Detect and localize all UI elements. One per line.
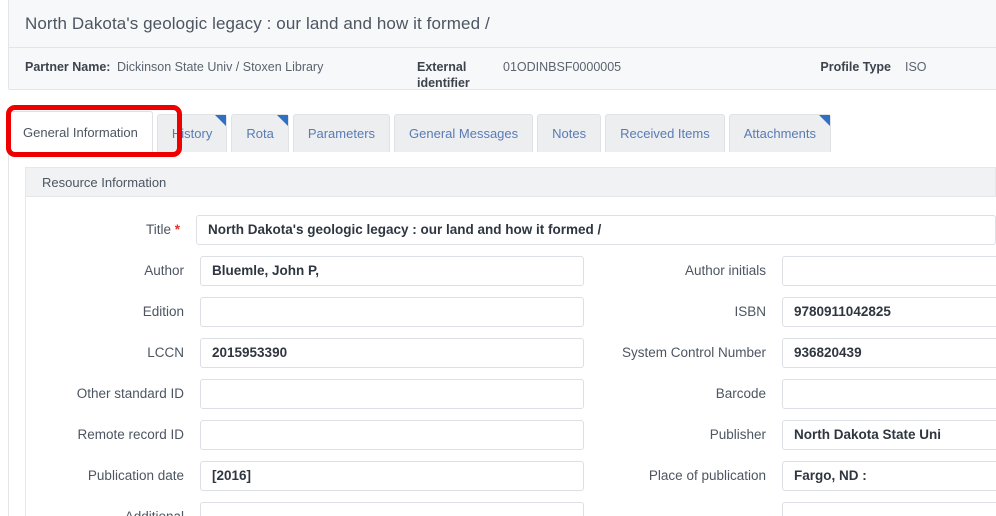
tab-received-items[interactable]: Received Items bbox=[605, 114, 725, 152]
external-identifier-value: 01ODINBSF0000005 bbox=[503, 60, 622, 74]
required-asterisk: * bbox=[174, 222, 181, 237]
tab-label: Received Items bbox=[620, 126, 710, 141]
field-label-other-standard-id: Other standard ID bbox=[76, 386, 184, 401]
field-row: Publication date [2016] bbox=[26, 455, 584, 496]
field-row: System Control Number 936820439 bbox=[584, 332, 996, 373]
field-row: Additional bbox=[26, 496, 584, 516]
field-label-place-of-publication: Place of publication bbox=[648, 468, 766, 483]
tab-label: General Messages bbox=[409, 126, 519, 141]
field-row-title: Title * North Dakota's geologic legacy :… bbox=[26, 209, 996, 250]
partner-name-value: Dickinson State Univ / Stoxen Library bbox=[117, 60, 324, 74]
ill-request-record-page: North Dakota's geologic legacy : our lan… bbox=[0, 0, 996, 516]
meta-profile-type: Profile Type ISO bbox=[803, 59, 927, 75]
tab-notes[interactable]: Notes bbox=[537, 114, 602, 152]
form-right-column: Author initials ISBN 9780911042825 System C… bbox=[584, 250, 996, 516]
record-meta-row: Partner Name: Dickinson State Univ / Sto… bbox=[9, 47, 996, 91]
field-row: ISBN 9780911042825 bbox=[584, 291, 996, 332]
field-input-place-of-publication[interactable]: Fargo, ND : bbox=[782, 460, 996, 491]
field-label-remote-record-id: Remote record ID bbox=[77, 427, 184, 442]
profile-type-value: ISO bbox=[905, 60, 927, 74]
meta-partner-name: Partner Name: Dickinson State Univ / Sto… bbox=[25, 59, 417, 75]
field-input-isbn[interactable]: 9780911042825 bbox=[782, 296, 996, 327]
field-input-publisher[interactable]: North Dakota State Uni bbox=[782, 419, 996, 450]
field-input-barcode[interactable] bbox=[782, 378, 996, 409]
external-identifier-label: External identifier bbox=[417, 60, 470, 90]
section-title: Resource Information bbox=[42, 174, 167, 190]
field-row: Barcode bbox=[584, 373, 996, 414]
tab-attachments[interactable]: Attachments bbox=[728, 114, 831, 152]
field-label-author: Author bbox=[144, 263, 184, 278]
field-input-publication-date[interactable]: [2016] bbox=[200, 460, 584, 491]
form-left-column: Author Bluemle, John P, Edition LCCN 2015953… bbox=[26, 250, 584, 516]
resource-information-section-header: Resource Information bbox=[25, 167, 996, 197]
field-row: LCCN 2015953390 bbox=[26, 332, 584, 373]
profile-type-label: Profile Type bbox=[820, 60, 891, 74]
tab-corner-flag-icon bbox=[215, 115, 227, 126]
partner-name-label: Partner Name: bbox=[25, 60, 111, 74]
field-row: Remote record ID bbox=[26, 414, 584, 455]
field-label-system-control-number: System Control Number bbox=[621, 345, 766, 360]
field-label-publisher: Publisher bbox=[709, 427, 766, 442]
field-label-lccn: LCCN bbox=[147, 345, 184, 360]
field-input-author[interactable]: Bluemle, John P, bbox=[200, 255, 584, 286]
tab-label: Attachments bbox=[743, 126, 816, 141]
field-row: Publisher North Dakota State Uni bbox=[584, 414, 996, 455]
field-row: Other standard ID bbox=[26, 373, 584, 414]
field-row: Author initials bbox=[584, 250, 996, 291]
general-information-panel: Resource Information Title * North Dakot… bbox=[8, 152, 996, 516]
tab-label: Notes bbox=[552, 126, 587, 141]
tab-general-messages[interactable]: General Messages bbox=[394, 114, 534, 152]
record-tab-bar: General Information History Rota Parameters… bbox=[8, 110, 996, 153]
field-input-author-initials[interactable] bbox=[782, 255, 996, 286]
meta-external-identifier: External identifier 01ODINBSF0000005 bbox=[417, 59, 803, 91]
field-row bbox=[584, 496, 996, 516]
field-row: Edition bbox=[26, 291, 584, 332]
field-input-remote-record-id[interactable] bbox=[200, 419, 584, 450]
tab-general-information[interactable]: General Information bbox=[8, 111, 153, 153]
field-row: Place of publication Fargo, ND : bbox=[584, 455, 996, 496]
field-label-publication-date: Publication date bbox=[87, 468, 184, 483]
tab-label: History bbox=[171, 126, 213, 141]
title-field-label: Title * bbox=[26, 222, 196, 237]
field-input-right-blank-6[interactable] bbox=[782, 501, 996, 516]
field-input-edition[interactable] bbox=[200, 296, 584, 327]
field-label-barcode: Barcode bbox=[715, 386, 766, 401]
tab-parameters[interactable]: Parameters bbox=[292, 114, 391, 152]
field-input-lccn[interactable]: 2015953390 bbox=[200, 337, 584, 368]
tab-label: Parameters bbox=[307, 126, 376, 141]
record-header-card: North Dakota's geologic legacy : our lan… bbox=[8, 0, 996, 90]
field-label-isbn: ISBN bbox=[734, 304, 766, 319]
tab-label: General Information bbox=[23, 125, 138, 140]
field-row: Author Bluemle, John P, bbox=[26, 250, 584, 291]
field-input-additional[interactable] bbox=[200, 501, 584, 516]
page-title: North Dakota's geologic legacy : our lan… bbox=[9, 0, 996, 47]
form-two-column-area: Author Bluemle, John P, Edition LCCN 2015953… bbox=[26, 250, 996, 516]
field-input-system-control-number[interactable]: 936820439 bbox=[782, 337, 996, 368]
tab-history[interactable]: History bbox=[156, 114, 228, 152]
field-label-edition: Edition bbox=[142, 304, 184, 319]
title-input[interactable]: North Dakota's geologic legacy : our lan… bbox=[196, 214, 996, 245]
tab-corner-flag-icon bbox=[276, 115, 288, 126]
tab-corner-flag-icon bbox=[818, 115, 830, 126]
resource-information-form: Title * North Dakota's geologic legacy :… bbox=[25, 197, 996, 516]
tab-label: Rota bbox=[246, 126, 274, 141]
field-input-other-standard-id[interactable] bbox=[200, 378, 584, 409]
field-label-additional: Additional bbox=[26, 509, 200, 516]
field-label-author-initials: Author initials bbox=[684, 263, 766, 278]
title-label-text: Title bbox=[145, 222, 171, 237]
tab-rota[interactable]: Rota bbox=[231, 114, 289, 152]
